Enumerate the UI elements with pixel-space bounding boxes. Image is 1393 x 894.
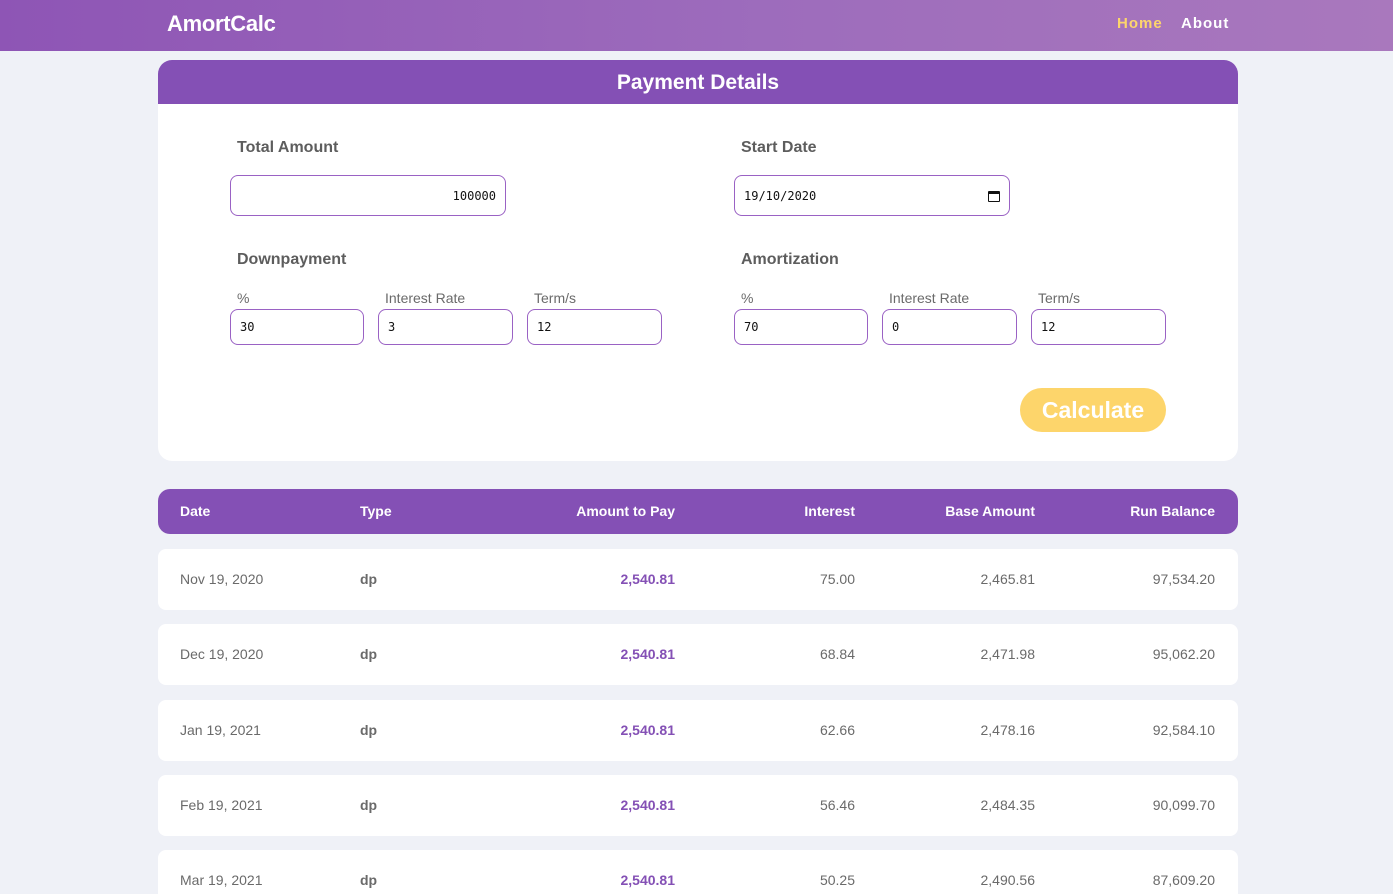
table-row: Feb 19, 2021 dp 2,540.81 56.46 2,484.35 … <box>158 775 1238 836</box>
row-type: dp <box>360 722 378 738</box>
header-date[interactable]: Date <box>180 489 210 534</box>
am-percent-input[interactable]: 70 <box>734 309 868 345</box>
table-row: Jan 19, 2021 dp 2,540.81 62.66 2,478.16 … <box>158 700 1238 761</box>
header-amount[interactable]: Amount to Pay <box>576 489 675 534</box>
dp-percent-label: % <box>237 290 250 306</box>
row-interest: 75.00 <box>819 571 855 587</box>
row-amount: 2,540.81 <box>620 722 676 738</box>
am-percent-label: % <box>741 290 754 306</box>
row-type: dp <box>360 571 378 587</box>
row-run-balance: 97,534.20 <box>1152 571 1215 587</box>
row-run-balance: 90,099.70 <box>1152 797 1215 813</box>
am-terms-label: Term/s <box>1038 290 1080 306</box>
table-row: Nov 19, 2020 dp 2,540.81 75.00 2,465.81 … <box>158 549 1238 610</box>
table-row: Dec 19, 2020 dp 2,540.81 68.84 2,471.98 … <box>158 624 1238 685</box>
total-amount-label: Total Amount <box>237 139 339 156</box>
start-date-input[interactable]: 19/10/2020 <box>734 175 1010 216</box>
row-interest: 56.46 <box>819 797 855 813</box>
row-base-amount: 2,490.56 <box>980 872 1036 888</box>
table-row: Mar 19, 2021 dp 2,540.81 50.25 2,490.56 … <box>158 850 1238 894</box>
total-amount-input[interactable]: 100000 <box>230 175 506 216</box>
nav-about-link[interactable]: About <box>1181 15 1229 32</box>
schedule-table-header: Date Type Amount to Pay Interest Base Am… <box>158 489 1238 534</box>
top-navbar: AmortCalc Home About <box>0 0 1393 51</box>
dp-terms-input[interactable]: 12 <box>527 309 662 345</box>
am-rate-value: 0 <box>892 320 900 334</box>
row-amount: 2,540.81 <box>620 571 676 587</box>
dp-percent-value: 30 <box>240 320 255 334</box>
card-title: Payment Details <box>158 60 1238 104</box>
row-amount: 2,540.81 <box>620 646 676 662</box>
row-date: Feb 19, 2021 <box>180 797 263 813</box>
dp-rate-value: 3 <box>388 320 396 334</box>
header-base-amount[interactable]: Base Amount <box>945 489 1035 534</box>
am-rate-input[interactable]: 0 <box>882 309 1017 345</box>
downpayment-label: Downpayment <box>237 251 347 268</box>
row-base-amount: 2,465.81 <box>980 571 1036 587</box>
row-interest: 68.84 <box>819 646 855 662</box>
calendar-icon[interactable] <box>988 190 1000 202</box>
amortization-label: Amortization <box>741 251 839 268</box>
dp-percent-input[interactable]: 30 <box>230 309 364 345</box>
row-type: dp <box>360 797 378 813</box>
row-type: dp <box>360 646 378 662</box>
row-base-amount: 2,484.35 <box>980 797 1036 813</box>
am-rate-label: Interest Rate <box>889 290 970 306</box>
start-date-label: Start Date <box>741 139 817 156</box>
calculate-button[interactable]: Calculate <box>1020 388 1166 432</box>
row-base-amount: 2,471.98 <box>980 646 1036 662</box>
dp-rate-input[interactable]: 3 <box>378 309 513 345</box>
row-date: Dec 19, 2020 <box>180 646 264 662</box>
row-run-balance: 87,609.20 <box>1152 872 1215 888</box>
row-base-amount: 2,478.16 <box>980 722 1036 738</box>
brand-logo[interactable]: AmortCalc <box>167 11 276 37</box>
row-date: Mar 19, 2021 <box>180 872 263 888</box>
row-date: Jan 19, 2021 <box>180 722 261 738</box>
total-amount-value: 100000 <box>452 188 496 203</box>
row-amount: 2,540.81 <box>620 797 676 813</box>
dp-terms-label: Term/s <box>534 290 576 306</box>
am-terms-input[interactable]: 12 <box>1031 309 1166 345</box>
header-run-balance[interactable]: Run Balance <box>1130 489 1215 534</box>
row-amount: 2,540.81 <box>620 872 676 888</box>
row-type: dp <box>360 872 378 888</box>
row-run-balance: 92,584.10 <box>1152 722 1215 738</box>
dp-terms-value: 12 <box>537 320 552 334</box>
row-run-balance: 95,062.20 <box>1152 646 1215 662</box>
row-interest: 62.66 <box>819 722 855 738</box>
start-date-value: 19/10/2020 <box>744 188 817 203</box>
am-percent-value: 70 <box>744 320 759 334</box>
am-terms-value: 12 <box>1041 320 1056 334</box>
row-date: Nov 19, 2020 <box>180 571 264 587</box>
header-type[interactable]: Type <box>360 489 392 534</box>
payment-details-card: Payment Details Total Amount 100000 Star… <box>158 60 1238 461</box>
dp-rate-label: Interest Rate <box>385 290 466 306</box>
row-interest: 50.25 <box>819 872 855 888</box>
nav-home-link[interactable]: Home <box>1117 15 1163 32</box>
header-interest[interactable]: Interest <box>804 489 855 534</box>
